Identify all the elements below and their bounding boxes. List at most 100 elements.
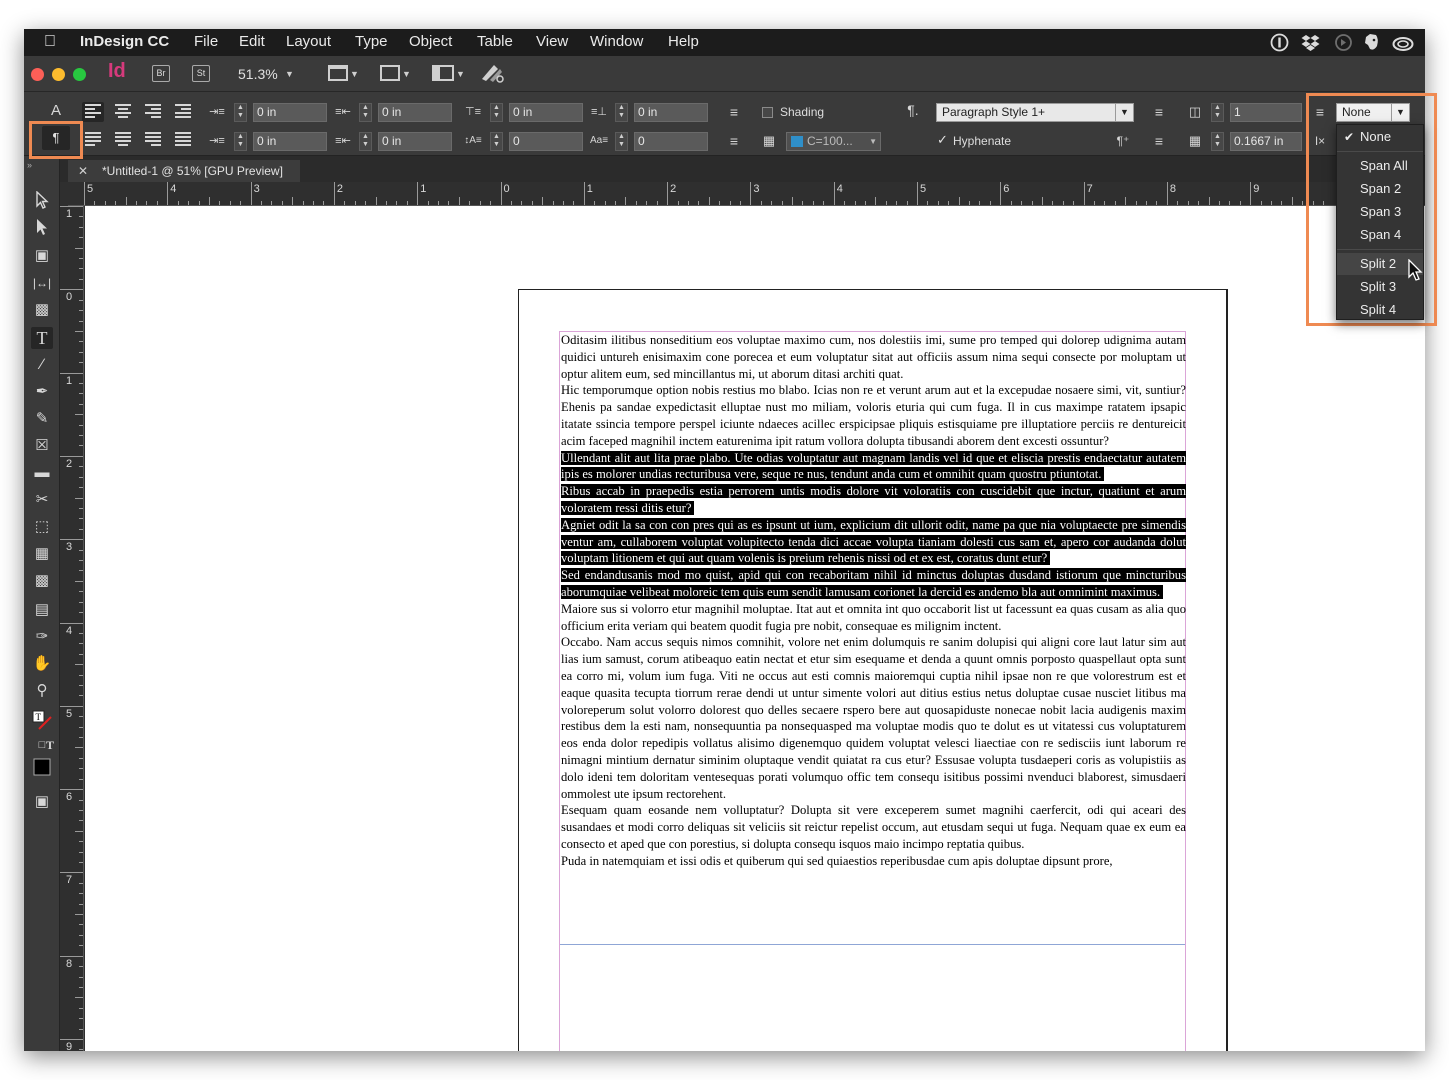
- menu-table[interactable]: Table: [477, 33, 513, 50]
- paragraph[interactable]: Sed endandusanis mod mo quist, apid qui …: [561, 567, 1186, 601]
- line-tool-icon[interactable]: ∕: [31, 354, 53, 376]
- arrange-documents-icon[interactable]: [432, 65, 454, 81]
- story-text[interactable]: Oditasim ilitibus nonseditium eos volupt…: [561, 332, 1186, 870]
- menu-file[interactable]: File: [194, 33, 218, 50]
- vertical-ruler[interactable]: 1 0 1 2 3 4 5 6 7 8 9: [60, 206, 84, 1051]
- page-tool-icon[interactable]: ▣: [31, 245, 53, 267]
- clear-overrides-icon[interactable]: ¶⁺: [1114, 132, 1132, 150]
- paragraph[interactable]: Occabo. Nam accus sequis nimos comnihit,…: [561, 634, 1186, 802]
- align-center-button[interactable]: [112, 102, 134, 122]
- bridge-button[interactable]: Br: [152, 65, 170, 82]
- screen-mode-icon[interactable]: [380, 65, 400, 81]
- justify-all-button[interactable]: [172, 130, 194, 150]
- arrange-documents-dropdown-icon[interactable]: ▼: [456, 69, 465, 79]
- drop-cap-lines-field[interactable]: 0: [509, 132, 583, 151]
- character-formatting-controls-button[interactable]: A: [51, 102, 61, 119]
- fill-stroke-icon[interactable]: T: [31, 709, 53, 731]
- normal-view-icon[interactable]: [31, 758, 53, 780]
- paragraph[interactable]: Esequam quam eosande nem volluptatur? Do…: [561, 802, 1186, 852]
- paragraph[interactable]: Agniet odit la sa con con pres qui as es…: [561, 517, 1186, 567]
- drop-cap-characters-stepper[interactable]: ▲ ▼: [615, 132, 628, 151]
- drop-cap-lines-stepper[interactable]: ▲ ▼: [490, 132, 503, 151]
- note-tool-icon[interactable]: ▤: [31, 599, 53, 621]
- span-menu-item-none[interactable]: ✔ None: [1337, 126, 1423, 148]
- paragraph[interactable]: Maiore sus si volorro etur magnihil molu…: [561, 601, 1186, 635]
- minimize-window-button[interactable]: [52, 68, 65, 81]
- column-gutter-stepper[interactable]: ▲ ▼: [1211, 132, 1224, 151]
- hyphenate-checkbox[interactable]: ✓: [937, 132, 948, 148]
- menu-help[interactable]: Help: [668, 33, 699, 50]
- zoom-dropdown-icon[interactable]: ▼: [285, 69, 294, 79]
- bulleted-list-icon[interactable]: ≡: [725, 103, 743, 121]
- evernote-icon[interactable]: [1362, 33, 1381, 52]
- shading-checkbox[interactable]: [762, 107, 773, 118]
- text-frame[interactable]: Oditasim ilitibus nonseditium eos volupt…: [559, 331, 1186, 1051]
- do-not-align-baseline-icon[interactable]: ≡: [1150, 132, 1168, 150]
- gradient-feather-tool-icon[interactable]: ▩: [31, 570, 53, 592]
- selection-tool-icon[interactable]: [31, 190, 53, 213]
- collapse-toolbox-icon[interactable]: »: [27, 160, 32, 170]
- space-after-field[interactable]: 0 in: [634, 103, 708, 122]
- numbered-list-icon[interactable]: ≡: [725, 132, 743, 150]
- view-options-dropdown-icon[interactable]: ▼: [350, 69, 359, 79]
- first-line-indent-stepper[interactable]: ▲ ▼: [234, 132, 247, 151]
- eyedropper-tool-icon[interactable]: ✑: [31, 626, 53, 648]
- rectangle-tool-icon[interactable]: ▬: [31, 462, 53, 484]
- menu-window[interactable]: Window: [590, 33, 643, 50]
- rectangle-frame-tool-icon[interactable]: ☒: [31, 435, 53, 457]
- text-formatting-icon[interactable]: T: [42, 734, 58, 756]
- menu-object[interactable]: Object: [409, 33, 452, 50]
- columns-stepper[interactable]: ▲ ▼: [1211, 103, 1224, 122]
- align-right-button[interactable]: [142, 102, 164, 122]
- paragraph-style-dropdown[interactable]: Paragraph Style 1+ ▼: [936, 103, 1134, 122]
- justify-center-button[interactable]: [112, 130, 134, 150]
- close-window-button[interactable]: [31, 68, 44, 81]
- 1password-icon[interactable]: [1270, 33, 1289, 52]
- menu-view[interactable]: View: [536, 33, 568, 50]
- horizontal-ruler[interactable]: 5 4 3 2 1 0 1 2 3 4 5 6 7 8 9: [68, 182, 1425, 206]
- paragraph[interactable]: Oditasim ilitibus nonseditium eos volupt…: [561, 332, 1186, 382]
- close-document-icon[interactable]: ✕: [78, 160, 88, 182]
- menu-layout[interactable]: Layout: [286, 33, 331, 50]
- justify-left-button[interactable]: [82, 130, 104, 150]
- last-line-indent-field[interactable]: 0 in: [378, 132, 452, 151]
- gap-tool-icon[interactable]: |↔|: [31, 272, 53, 294]
- pen-tool-icon[interactable]: ✒: [31, 381, 53, 403]
- direct-selection-tool-icon[interactable]: [31, 218, 53, 240]
- scissors-tool-icon[interactable]: ✂: [31, 489, 53, 511]
- left-indent-stepper[interactable]: ▲ ▼: [234, 103, 247, 122]
- apple-icon[interactable]: : [44, 33, 56, 51]
- content-collector-tool-icon[interactable]: ▩: [31, 299, 53, 321]
- free-transform-tool-icon[interactable]: ⬚: [31, 516, 53, 538]
- screen-mode-dropdown-icon[interactable]: ▼: [402, 69, 411, 79]
- stock-button[interactable]: St: [192, 65, 210, 82]
- paragraph[interactable]: Hic temporumque option nobis restius mo …: [561, 382, 1186, 449]
- span-menu-item-span-3[interactable]: Span 3: [1337, 201, 1423, 223]
- zoom-level[interactable]: 51.3%: [238, 66, 278, 82]
- hand-tool-icon[interactable]: ✋: [31, 653, 53, 675]
- document-page[interactable]: Oditasim ilitibus nonseditium eos volupt…: [518, 289, 1228, 1051]
- zoom-window-button[interactable]: [73, 68, 86, 81]
- align-towards-spine-button[interactable]: [172, 102, 194, 122]
- right-indent-field[interactable]: 0 in: [378, 103, 452, 122]
- span-menu-item-span-all[interactable]: Span All: [1337, 155, 1423, 177]
- right-indent-stepper[interactable]: ▲ ▼: [359, 103, 372, 122]
- creative-cloud-icon[interactable]: [1392, 33, 1414, 52]
- paragraph-style-dropdown-icon[interactable]: ▼: [1115, 104, 1133, 121]
- space-after-stepper[interactable]: ▲ ▼: [615, 103, 628, 122]
- publish-online-icon[interactable]: [480, 61, 506, 90]
- space-before-stepper[interactable]: ▲ ▼: [490, 103, 503, 122]
- shading-color-dropdown-icon[interactable]: ▼: [869, 133, 877, 150]
- view-options-icon[interactable]: [328, 65, 348, 81]
- span-menu-item-split-4[interactable]: Split 4: [1337, 299, 1423, 321]
- menu-edit[interactable]: Edit: [239, 33, 265, 50]
- span-menu-item-span-2[interactable]: Span 2: [1337, 178, 1423, 200]
- column-gutter-field[interactable]: 0.1667 in: [1230, 132, 1302, 151]
- menu-type[interactable]: Type: [355, 33, 388, 50]
- columns-field[interactable]: 1: [1230, 103, 1302, 122]
- align-to-baseline-grid-icon[interactable]: ≡: [1150, 103, 1168, 121]
- sync-icon[interactable]: [1334, 33, 1353, 52]
- pasteboard[interactable]: Oditasim ilitibus nonseditium eos volupt…: [85, 206, 1425, 1051]
- document-tab[interactable]: ✕ *Untitled-1 @ 51% [GPU Preview]: [68, 160, 300, 182]
- align-left-button[interactable]: [82, 102, 104, 122]
